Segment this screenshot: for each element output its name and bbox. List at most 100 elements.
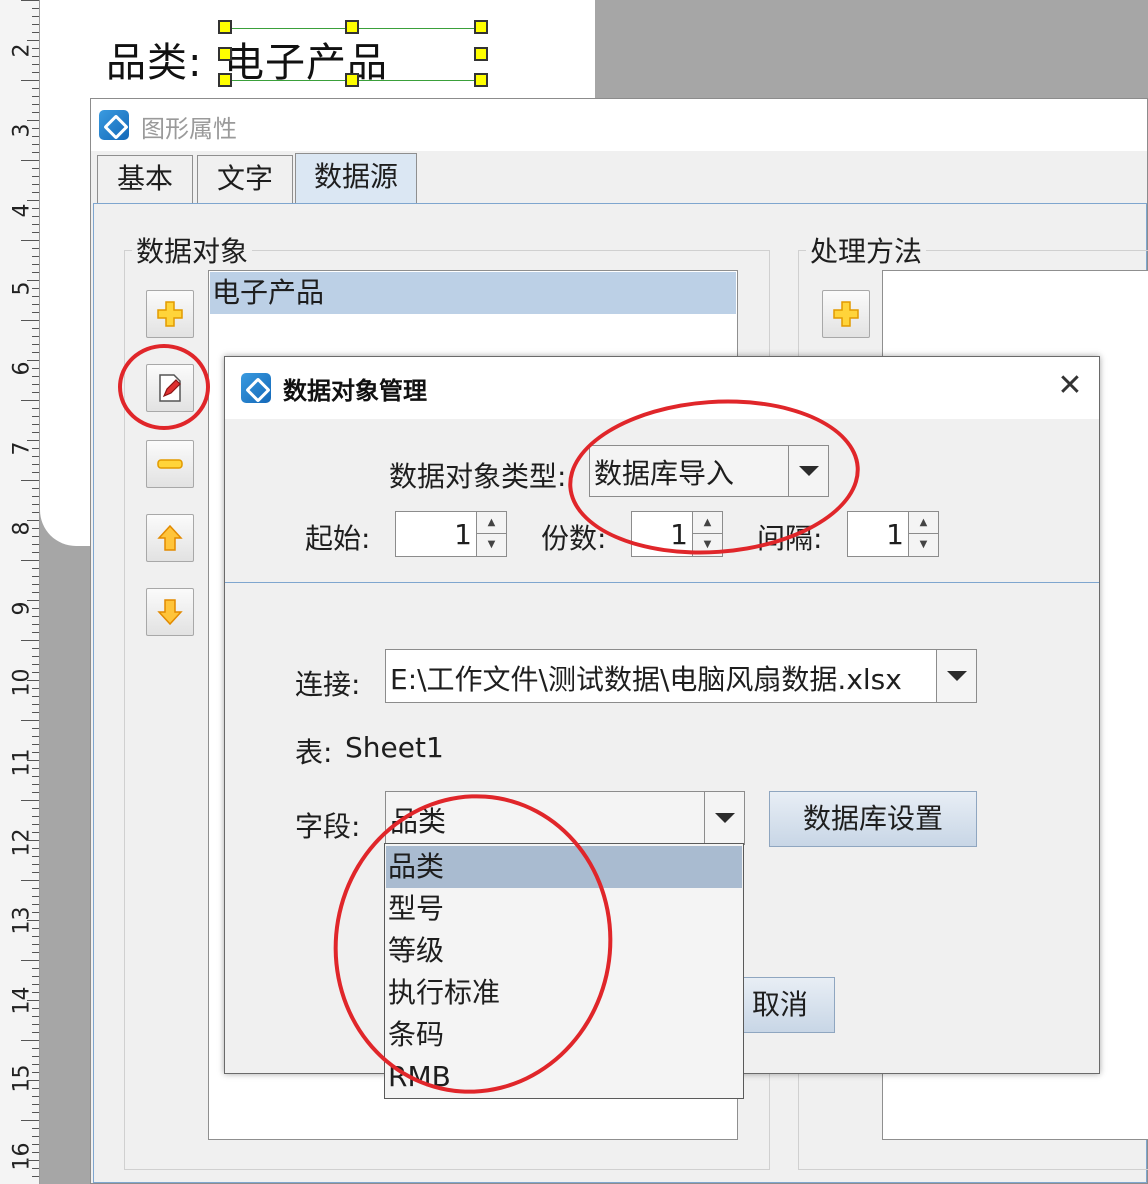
properties-titlebar: 图形属性 bbox=[91, 99, 1147, 151]
ruler-tick bbox=[32, 488, 39, 489]
ruler-tick bbox=[32, 608, 39, 609]
ruler-tick bbox=[32, 296, 39, 297]
ruler-tick bbox=[21, 0, 39, 1]
add-data-object-button[interactable] bbox=[146, 290, 194, 338]
move-down-button[interactable] bbox=[146, 588, 194, 636]
start-spinner[interactable]: 1 ▲ ▼ bbox=[395, 511, 507, 557]
database-settings-button[interactable]: 数据库设置 bbox=[769, 791, 977, 847]
ruler-tick bbox=[32, 808, 39, 809]
ruler-tick bbox=[27, 840, 39, 841]
ruler-tick bbox=[32, 472, 39, 473]
spin-down-icon[interactable]: ▼ bbox=[476, 534, 506, 556]
ruler-tick bbox=[32, 824, 39, 825]
ruler-tick bbox=[32, 376, 39, 377]
ruler-tick bbox=[27, 760, 39, 761]
resize-handle[interactable] bbox=[218, 73, 232, 87]
ruler-tick bbox=[32, 1136, 39, 1137]
ruler-tick bbox=[32, 88, 39, 89]
ruler-tick bbox=[21, 1120, 39, 1121]
ruler-tick bbox=[32, 912, 39, 913]
ruler-number: 11 bbox=[9, 748, 35, 777]
arrow-up-icon bbox=[157, 524, 183, 551]
add-processing-button[interactable] bbox=[822, 290, 870, 338]
ruler-tick bbox=[32, 248, 39, 249]
remove-data-object-button[interactable] bbox=[146, 440, 194, 488]
ruler-tick bbox=[32, 1096, 39, 1097]
ruler-tick bbox=[32, 264, 39, 265]
ruler-tick bbox=[32, 752, 39, 753]
resize-handle[interactable] bbox=[218, 47, 232, 61]
ruler-tick bbox=[32, 704, 39, 705]
ruler-tick bbox=[32, 1152, 39, 1153]
ruler-tick bbox=[21, 720, 39, 721]
ruler-tick bbox=[27, 1160, 39, 1161]
spin-down-icon[interactable]: ▼ bbox=[908, 534, 938, 556]
ruler-number: 9 bbox=[9, 601, 35, 616]
ruler-tick bbox=[32, 336, 39, 337]
ruler-number: 6 bbox=[9, 361, 35, 376]
ruler-tick bbox=[21, 80, 39, 81]
ruler-tick bbox=[27, 200, 39, 201]
plus-icon bbox=[157, 301, 183, 327]
ruler-number: 10 bbox=[9, 668, 35, 697]
resize-handle[interactable] bbox=[218, 20, 232, 34]
ruler-tick bbox=[32, 984, 39, 985]
resize-handle[interactable] bbox=[474, 20, 488, 34]
ruler-tick bbox=[27, 520, 39, 521]
ruler-tick bbox=[32, 1064, 39, 1065]
tab-basic[interactable]: 基本 bbox=[97, 155, 193, 203]
ruler-tick bbox=[27, 120, 39, 121]
ruler-tick bbox=[32, 48, 39, 49]
close-icon[interactable]: ✕ bbox=[1055, 371, 1085, 401]
resize-handle[interactable] bbox=[474, 73, 488, 87]
tab-text[interactable]: 文字 bbox=[197, 155, 293, 203]
list-item[interactable]: 电子产品 bbox=[210, 272, 736, 314]
chevron-down-icon[interactable] bbox=[704, 792, 744, 844]
interval-spinner[interactable]: 1 ▲ ▼ bbox=[847, 511, 939, 557]
ruler-number: 16 bbox=[9, 1142, 35, 1171]
ruler-tick bbox=[32, 168, 39, 169]
ruler-tick bbox=[32, 736, 39, 737]
spin-up-icon[interactable]: ▲ bbox=[476, 512, 506, 534]
chevron-down-icon[interactable] bbox=[936, 650, 976, 702]
processing-group-label: 处理方法 bbox=[806, 230, 927, 270]
ruler-tick bbox=[32, 528, 39, 529]
ruler-tick bbox=[32, 792, 39, 793]
plus-icon bbox=[833, 301, 859, 327]
move-up-button[interactable] bbox=[146, 514, 194, 562]
ruler-number: 2 bbox=[9, 43, 35, 58]
ruler-tick bbox=[32, 688, 39, 689]
resize-handle[interactable] bbox=[345, 73, 359, 87]
ruler-tick bbox=[32, 928, 39, 929]
ruler-tick bbox=[32, 832, 39, 833]
resize-handle[interactable] bbox=[345, 20, 359, 34]
table-value: Sheet1 bbox=[345, 731, 444, 764]
ruler-tick bbox=[32, 696, 39, 697]
ruler-tick bbox=[32, 872, 39, 873]
ruler-tick bbox=[32, 136, 39, 137]
ruler-tick bbox=[32, 272, 39, 273]
resize-handle[interactable] bbox=[474, 47, 488, 61]
tab-datasource[interactable]: 数据源 bbox=[295, 153, 417, 205]
connection-label: 连接: bbox=[295, 668, 361, 701]
connection-select[interactable]: E:\工作文件\测试数据\电脑风扇数据.xlsx bbox=[385, 649, 977, 703]
ruler-number: 3 bbox=[9, 123, 35, 138]
ruler-tick bbox=[27, 440, 39, 441]
ruler-tick bbox=[32, 776, 39, 777]
spin-up-icon[interactable]: ▲ bbox=[908, 512, 938, 534]
ruler-tick bbox=[32, 232, 39, 233]
ruler-tick bbox=[21, 1040, 39, 1041]
ruler-tick bbox=[21, 480, 39, 481]
arrow-down-icon bbox=[157, 599, 183, 626]
ruler-tick bbox=[32, 512, 39, 513]
ruler-tick bbox=[32, 1168, 39, 1169]
ruler-tick bbox=[32, 1176, 39, 1177]
ruler-tick bbox=[32, 24, 39, 25]
ruler-tick bbox=[21, 800, 39, 801]
annotation-ring-edit bbox=[118, 344, 210, 430]
ruler-tick bbox=[32, 552, 39, 553]
ruler-tick bbox=[32, 256, 39, 257]
ruler-tick bbox=[32, 1032, 39, 1033]
ruler-tick bbox=[27, 280, 39, 281]
ruler-tick bbox=[32, 568, 39, 569]
